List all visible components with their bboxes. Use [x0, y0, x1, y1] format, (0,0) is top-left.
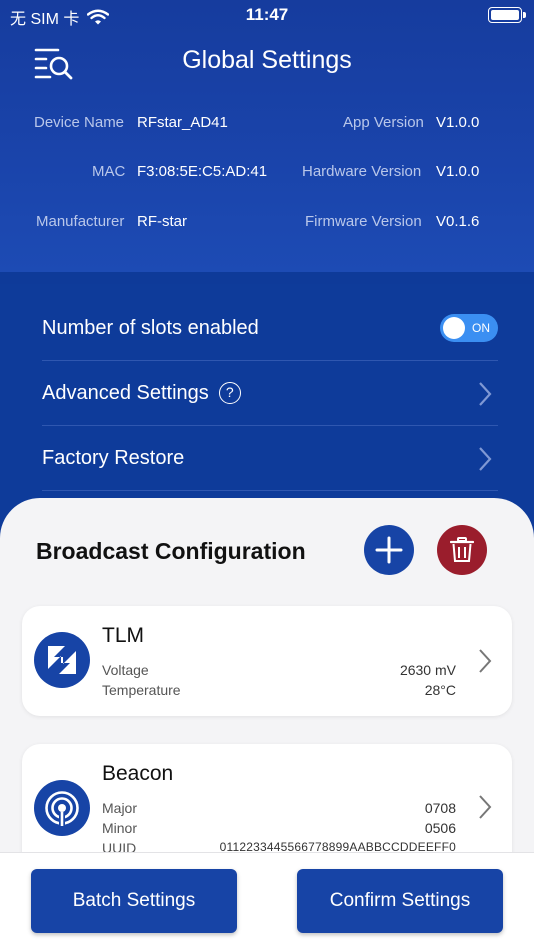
chevron-right-icon: [479, 447, 492, 471]
status-bar: 无 SIM 卡 11:47: [0, 0, 534, 30]
card-title: Beacon: [102, 762, 174, 785]
tlm-icon: [34, 632, 90, 688]
card-row-label: Temperature: [102, 682, 181, 698]
mac-label: MAC: [92, 163, 126, 180]
card-row-label: Voltage: [102, 662, 149, 678]
settings-list: Number of slots enabled ON Advanced Sett…: [0, 284, 534, 524]
firmware-version-label: Firmware Version: [305, 213, 422, 230]
card-row-label: Major: [102, 800, 138, 816]
app-version-label: App Version: [343, 114, 424, 131]
beacon-signal-icon: [34, 780, 90, 836]
manufacturer-value: RF-star: [137, 213, 187, 230]
hardware-version-value: V1.0.0: [436, 163, 480, 180]
card-row-value: 0506: [424, 820, 456, 836]
app-version-value: V1.0.0: [436, 114, 480, 131]
device-name-label: Device Name: [34, 114, 125, 131]
broadcast-card-tlm[interactable]: TLM Voltage 2630 mV Temperature 28°C: [22, 606, 512, 716]
advanced-settings-row[interactable]: Advanced Settings ?: [42, 361, 498, 426]
add-broadcast-button[interactable]: [364, 525, 414, 575]
trash-icon: [450, 537, 474, 562]
card-row-label: Minor: [102, 820, 138, 836]
card-row-value: 2630 mV: [399, 662, 456, 678]
device-name-value: RFstar_AD41: [137, 114, 228, 131]
factory-restore-row[interactable]: Factory Restore: [42, 426, 498, 491]
help-icon[interactable]: ?: [218, 382, 241, 404]
mac-value: F3:08:5E:C5:AD:41: [137, 163, 268, 180]
hardware-version-label: Hardware Version: [302, 163, 422, 180]
status-time: 11:47: [245, 5, 289, 24]
firmware-version-value: V0.1.6: [436, 213, 480, 230]
chevron-right-icon: [479, 649, 492, 673]
factory-restore-label: Factory Restore: [42, 446, 185, 469]
card-title: TLM: [102, 624, 144, 647]
slots-row: Number of slots enabled ON: [42, 296, 498, 361]
delete-broadcast-button[interactable]: [437, 525, 487, 575]
slots-toggle[interactable]: ON: [440, 314, 498, 342]
beacon-glyph-icon: [45, 791, 79, 830]
header-panel: 无 SIM 卡 11:47 Global Settings Device Nam…: [0, 0, 534, 272]
chevron-right-icon: [479, 795, 492, 819]
advanced-settings-label: Advanced Settings: [42, 381, 209, 404]
batch-settings-button[interactable]: Batch Settings: [31, 869, 237, 933]
page-title: Global Settings: [182, 46, 352, 74]
card-row-value: 0708: [424, 800, 456, 816]
chevron-right-icon: [479, 382, 492, 406]
manufacturer-label: Manufacturer: [36, 213, 125, 230]
plus-icon: [375, 536, 403, 564]
slots-label: Number of slots enabled: [42, 316, 259, 339]
battery-icon: [488, 7, 526, 23]
card-row-value: 28°C: [424, 682, 456, 698]
confirm-settings-button[interactable]: Confirm Settings: [297, 869, 503, 933]
tlm-glyph-icon: [48, 646, 76, 674]
toggle-knob: [443, 317, 465, 339]
bottom-action-bar: Batch Settings Confirm Settings: [0, 852, 534, 950]
broadcast-title: Broadcast Configuration: [36, 538, 306, 564]
toggle-state-label: ON: [472, 321, 490, 335]
